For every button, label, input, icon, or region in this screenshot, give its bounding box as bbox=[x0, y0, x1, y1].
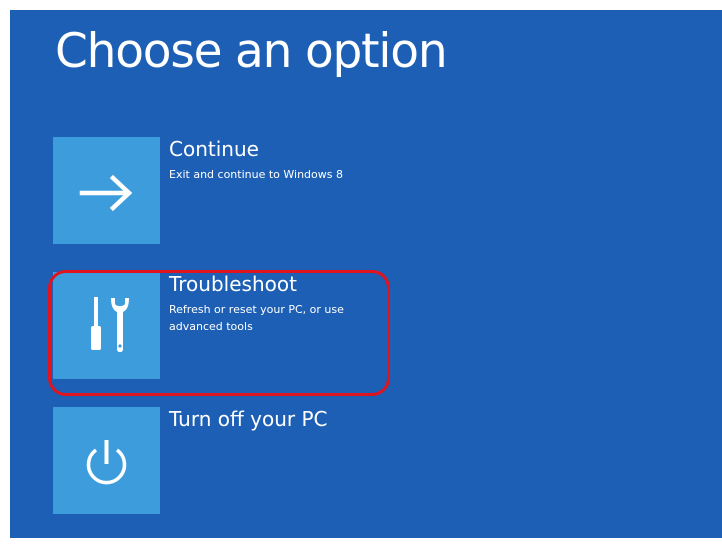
tools-icon bbox=[91, 297, 129, 352]
turn-off-tile[interactable] bbox=[53, 407, 160, 514]
power-icon bbox=[86, 440, 127, 485]
arrow-right-icon bbox=[79, 174, 133, 212]
page-title: Choose an option bbox=[55, 24, 448, 79]
troubleshoot-description: Refresh or reset your PC, or use advance… bbox=[169, 303, 344, 333]
troubleshoot-option[interactable]: Troubleshoot Refresh or reset your PC, o… bbox=[53, 272, 473, 379]
continue-tile[interactable] bbox=[53, 137, 160, 244]
troubleshoot-title: Troubleshoot bbox=[169, 272, 297, 296]
continue-title: Continue bbox=[169, 137, 259, 161]
recovery-screen: Choose an option Continue Exit and conti… bbox=[0, 0, 722, 547]
turn-off-title: Turn off your PC bbox=[169, 407, 328, 431]
continue-option[interactable]: Continue Exit and continue to Windows 8 bbox=[53, 137, 473, 244]
options-panel: Choose an option Continue Exit and conti… bbox=[10, 10, 722, 538]
troubleshoot-tile[interactable] bbox=[53, 272, 160, 379]
continue-description: Exit and continue to Windows 8 bbox=[169, 168, 343, 181]
turn-off-option[interactable]: Turn off your PC bbox=[53, 407, 473, 514]
